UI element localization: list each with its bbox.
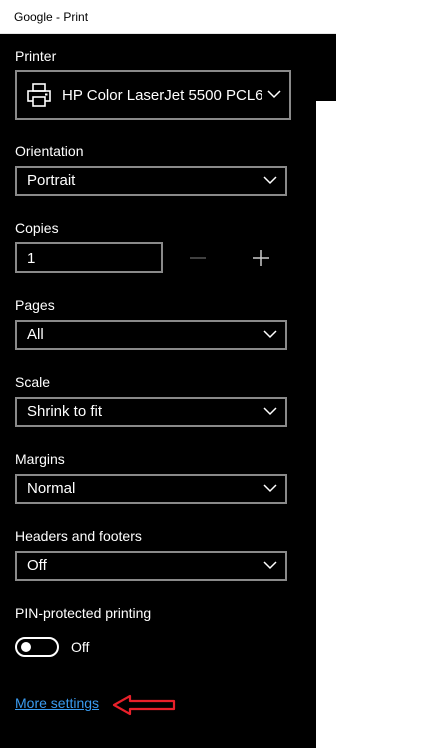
window-title: Google - Print <box>14 10 89 24</box>
toggle-knob <box>21 642 31 652</box>
headers-footers-value: Off <box>27 557 47 574</box>
margins-label: Margins <box>15 451 65 467</box>
printer-name: HP Color LaserJet 5500 PCL6 Class Driver <box>62 87 262 104</box>
printer-label: Printer <box>15 48 57 64</box>
pin-printing-state: Off <box>71 639 90 655</box>
increment-button[interactable] <box>249 246 273 270</box>
scale-select[interactable]: Shrink to fit <box>15 397 287 427</box>
chevron-down-icon <box>267 90 281 99</box>
margins-select[interactable]: Normal <box>15 474 287 504</box>
print-dialog: Google - Print Printer HP Color LaserJet… <box>0 0 433 748</box>
headers-footers-select[interactable]: Off <box>15 551 287 581</box>
orientation-value: Portrait <box>27 172 76 189</box>
background-area-lower <box>316 101 433 748</box>
headers-footers-label: Headers and footers <box>15 528 142 544</box>
pages-select[interactable]: All <box>15 320 287 350</box>
margins-value: Normal <box>27 480 76 497</box>
red-arrow-icon <box>112 694 176 716</box>
chevron-down-icon <box>263 330 277 339</box>
decrement-button[interactable] <box>186 246 210 270</box>
chevron-down-icon <box>263 484 277 493</box>
copies-label: Copies <box>15 220 59 236</box>
chevron-down-icon <box>263 407 277 416</box>
scale-value: Shrink to fit <box>27 403 103 420</box>
more-settings-link[interactable]: More settings <box>15 695 99 711</box>
copies-input[interactable]: 1 <box>15 242 163 273</box>
background-area <box>336 0 433 101</box>
pin-printing-label: PIN-protected printing <box>15 605 152 621</box>
printer-select[interactable]: HP Color LaserJet 5500 PCL6 Class Driver <box>15 70 291 120</box>
pages-label: Pages <box>15 297 55 313</box>
printer-icon <box>27 83 51 107</box>
chevron-down-icon <box>263 176 277 185</box>
pin-printing-toggle[interactable] <box>15 637 59 657</box>
orientation-select[interactable]: Portrait <box>15 166 287 196</box>
pages-value: All <box>27 326 44 343</box>
chevron-down-icon <box>263 561 277 570</box>
orientation-label: Orientation <box>15 143 84 159</box>
copies-value: 1 <box>27 250 36 267</box>
title-bar: Google - Print <box>0 0 336 34</box>
scale-label: Scale <box>15 374 51 390</box>
